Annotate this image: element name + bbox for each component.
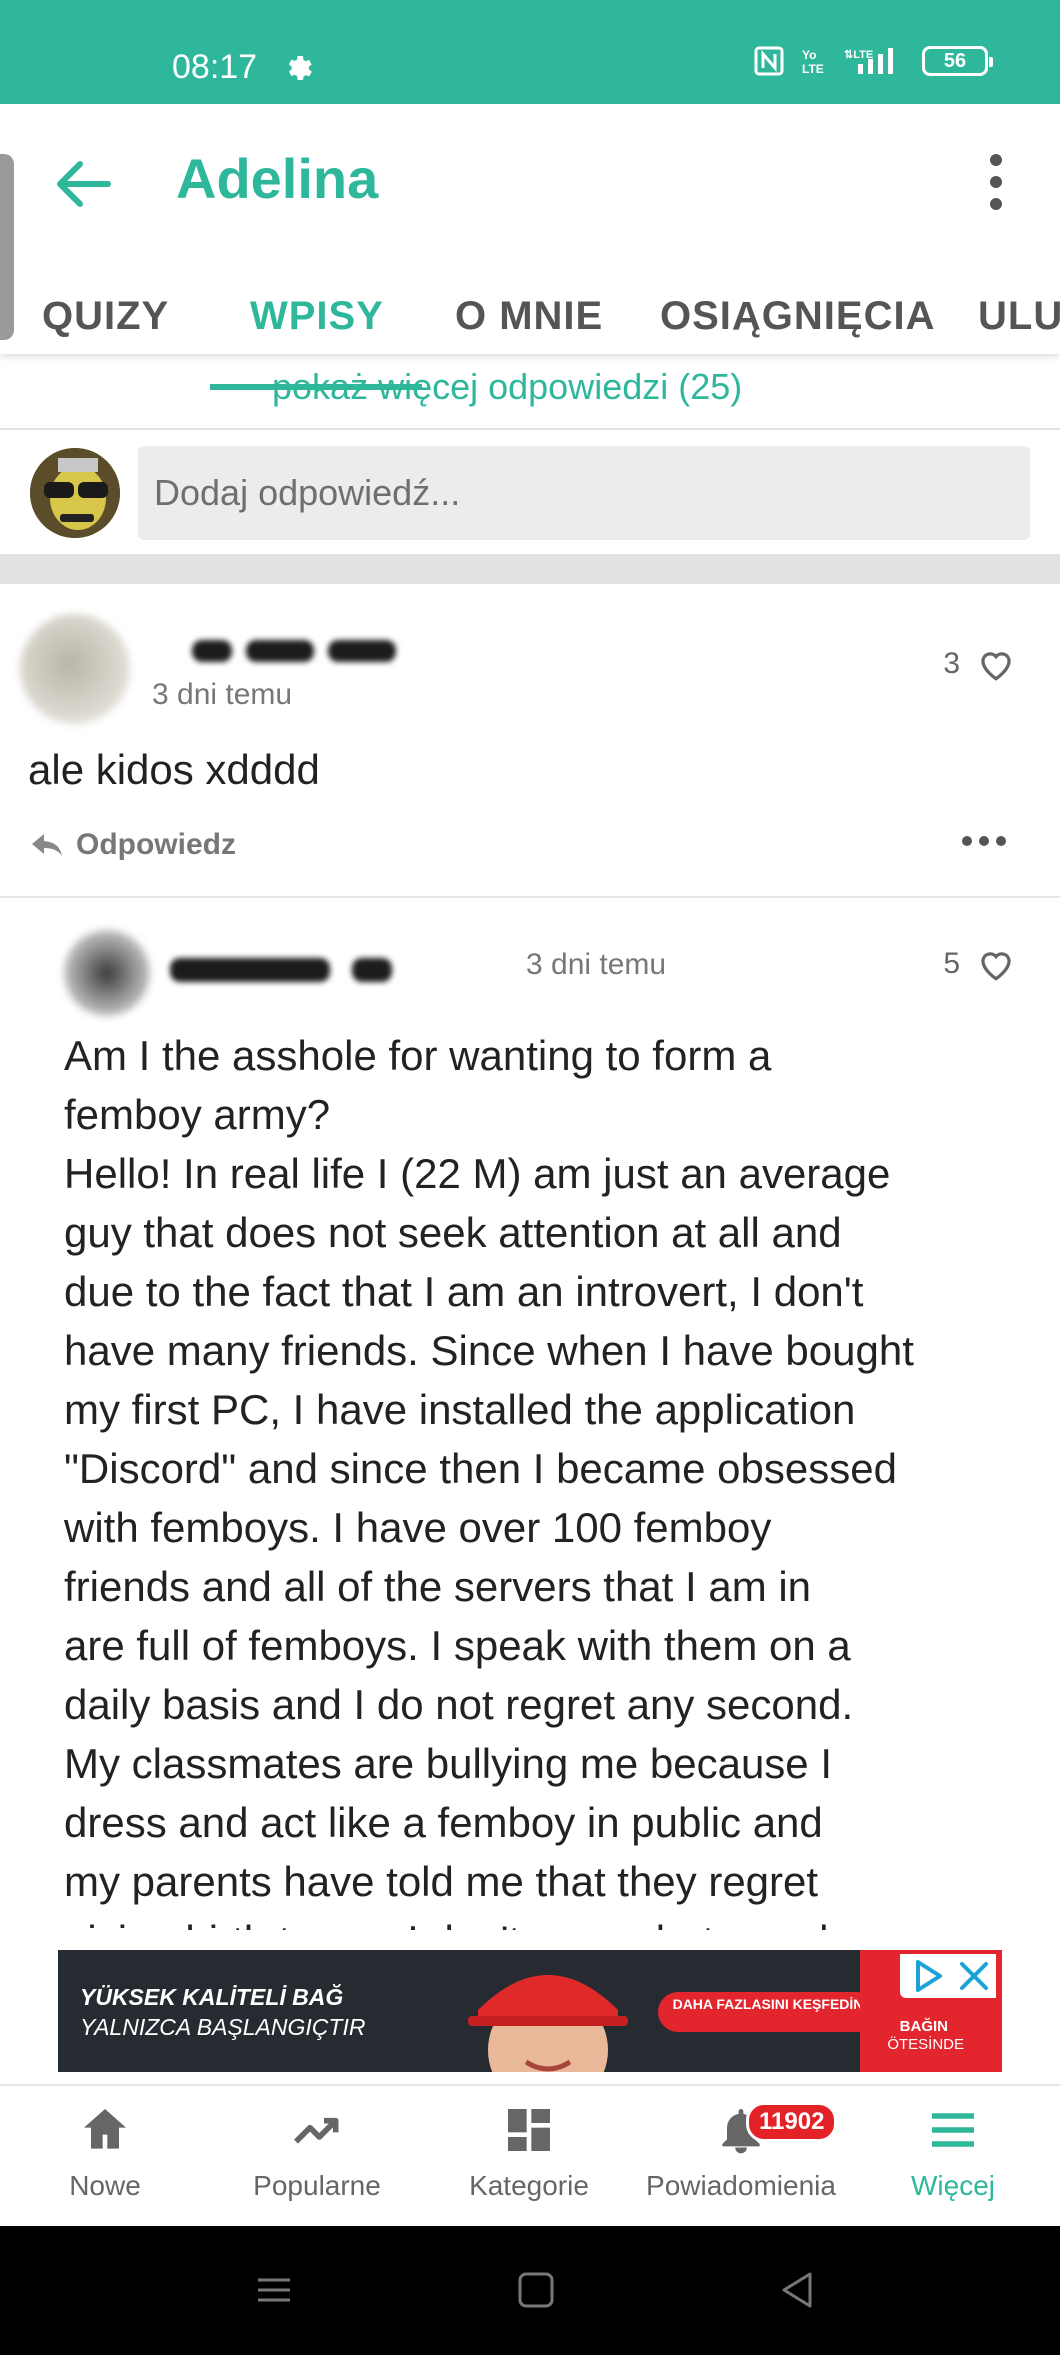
status-time: 08:17 <box>172 48 258 86</box>
svg-text:LTE: LTE <box>802 62 824 76</box>
back-button-icon[interactable] <box>778 2270 818 2310</box>
tab-quizy[interactable]: QUIZY <box>42 294 169 339</box>
back-arrow-icon[interactable] <box>48 154 118 214</box>
svg-text:Yo: Yo <box>802 48 816 62</box>
ad-cta-button[interactable]: DAHA FAZLASINI KEŞFEDİN <box>658 1992 878 2032</box>
ad-choices-icon[interactable] <box>906 1956 950 1996</box>
trending-up-icon <box>294 2117 339 2144</box>
system-navigation-bar <box>0 2226 1060 2355</box>
nav-wiecej[interactable]: Więcej <box>848 2102 1058 2202</box>
section-divider <box>0 554 1060 584</box>
reply-arrow-icon <box>32 834 62 856</box>
nav-powiadomienia[interactable]: Powiadomienia 11902 <box>636 2102 846 2202</box>
ad-person-image <box>468 1975 628 2072</box>
reply-label: Odpowiedz <box>76 828 236 861</box>
user-avatar-image <box>30 448 120 538</box>
avatar[interactable] <box>30 448 120 538</box>
dashboard-icon <box>508 2109 550 2151</box>
comment-timestamp: 3 dni temu <box>526 948 667 981</box>
nav-label: Nowe <box>69 2170 141 2201</box>
reply-input[interactable]: Dodaj odpowiedź... <box>138 446 1030 540</box>
like-control[interactable]: 5 <box>943 946 1016 982</box>
home-button-icon[interactable] <box>516 2270 556 2310</box>
menu-icon <box>932 2113 974 2147</box>
tab-wpisy[interactable]: WPISY <box>250 294 384 339</box>
nav-popularne[interactable]: Popularne <box>212 2102 422 2202</box>
more-options-icon[interactable] <box>962 836 1006 846</box>
avatar[interactable] <box>20 614 130 724</box>
comment-text: Am I the asshole for wanting to form a f… <box>64 1032 914 1930</box>
tab-ulubione[interactable]: ULU <box>978 294 1060 339</box>
home-icon <box>84 2109 126 2149</box>
heart-icon[interactable] <box>976 946 1016 982</box>
nav-label: Kategorie <box>469 2170 589 2201</box>
close-icon[interactable] <box>954 1956 994 1996</box>
status-bar: 08:17 Yo LTE ⇅LTE 56 <box>0 0 1060 104</box>
comment-author-name-redacted[interactable] <box>192 640 422 666</box>
battery-icon: 56 <box>922 46 993 76</box>
ad-headline: YÜKSEK KALİTELİ BAĞ <box>80 1984 344 2010</box>
nav-label: Popularne <box>253 2170 381 2201</box>
gear-icon <box>288 56 312 80</box>
like-control[interactable]: 3 <box>943 646 1016 682</box>
tab-o-mnie[interactable]: O MNIE <box>455 294 603 339</box>
nav-label: Powiadomienia <box>646 2170 836 2201</box>
recent-apps-icon[interactable] <box>254 2270 294 2310</box>
active-tab-indicator <box>210 384 422 390</box>
page-title: Adelina <box>176 147 379 210</box>
profile-tabs: QUIZY WPISY O MNIE OSIĄGNIĘCIA ULU <box>0 282 1060 354</box>
reply-button[interactable]: Odpowiedz <box>30 828 236 862</box>
volte-icon: YoLTE <box>802 48 824 76</box>
like-count: 5 <box>943 947 960 980</box>
bottom-navigation: Nowe Popularne Kategorie Powiadomienia 1… <box>0 2084 1060 2226</box>
nfc-icon <box>754 46 784 76</box>
comment-item: 3 dni temu 5 Am I the asshole for wantin… <box>0 900 1060 1930</box>
reply-composer: Dodaj odpowiedź... <box>0 428 1060 554</box>
nav-label: Więcej <box>910 2170 995 2201</box>
comment-text: ale kidos xdddd <box>28 746 320 793</box>
heart-icon[interactable] <box>976 646 1016 682</box>
ad-brand-text: ÖTESİNDE <box>887 2036 964 2053</box>
nav-kategorie[interactable]: Kategorie <box>424 2102 634 2202</box>
overflow-menu-icon[interactable] <box>984 154 1008 214</box>
profile-header: Adelina QUIZY WPISY O MNIE OSIĄGNIĘCIA U… <box>0 104 1060 354</box>
comment-item: 3 dni temu 3 ale kidos xdddd Odpowiedz <box>0 584 1060 898</box>
battery-level: 56 <box>943 50 967 72</box>
nav-nowe[interactable]: Nowe <box>0 2102 210 2202</box>
avatar[interactable] <box>64 930 150 1016</box>
lte-signal-icon: ⇅LTE <box>844 48 893 74</box>
comment-author-name-redacted[interactable] <box>170 958 440 988</box>
notification-badge: 11902 <box>746 2102 838 2142</box>
ad-banner[interactable]: YÜKSEK KALİTELİ BAĞ YALNIZCA BAŞLANGIÇTI… <box>58 1950 1002 2072</box>
comment-timestamp: 3 dni temu <box>152 678 293 711</box>
ad-subheadline: YALNIZCA BAŞLANGIÇTIR <box>80 2014 366 2040</box>
tab-osiagniecia[interactable]: OSIĄGNIĘCIA <box>660 294 935 339</box>
ad-choices[interactable] <box>900 1954 996 1998</box>
like-count: 3 <box>943 647 960 680</box>
ad-brand-text: BAĞIN <box>899 2018 948 2035</box>
